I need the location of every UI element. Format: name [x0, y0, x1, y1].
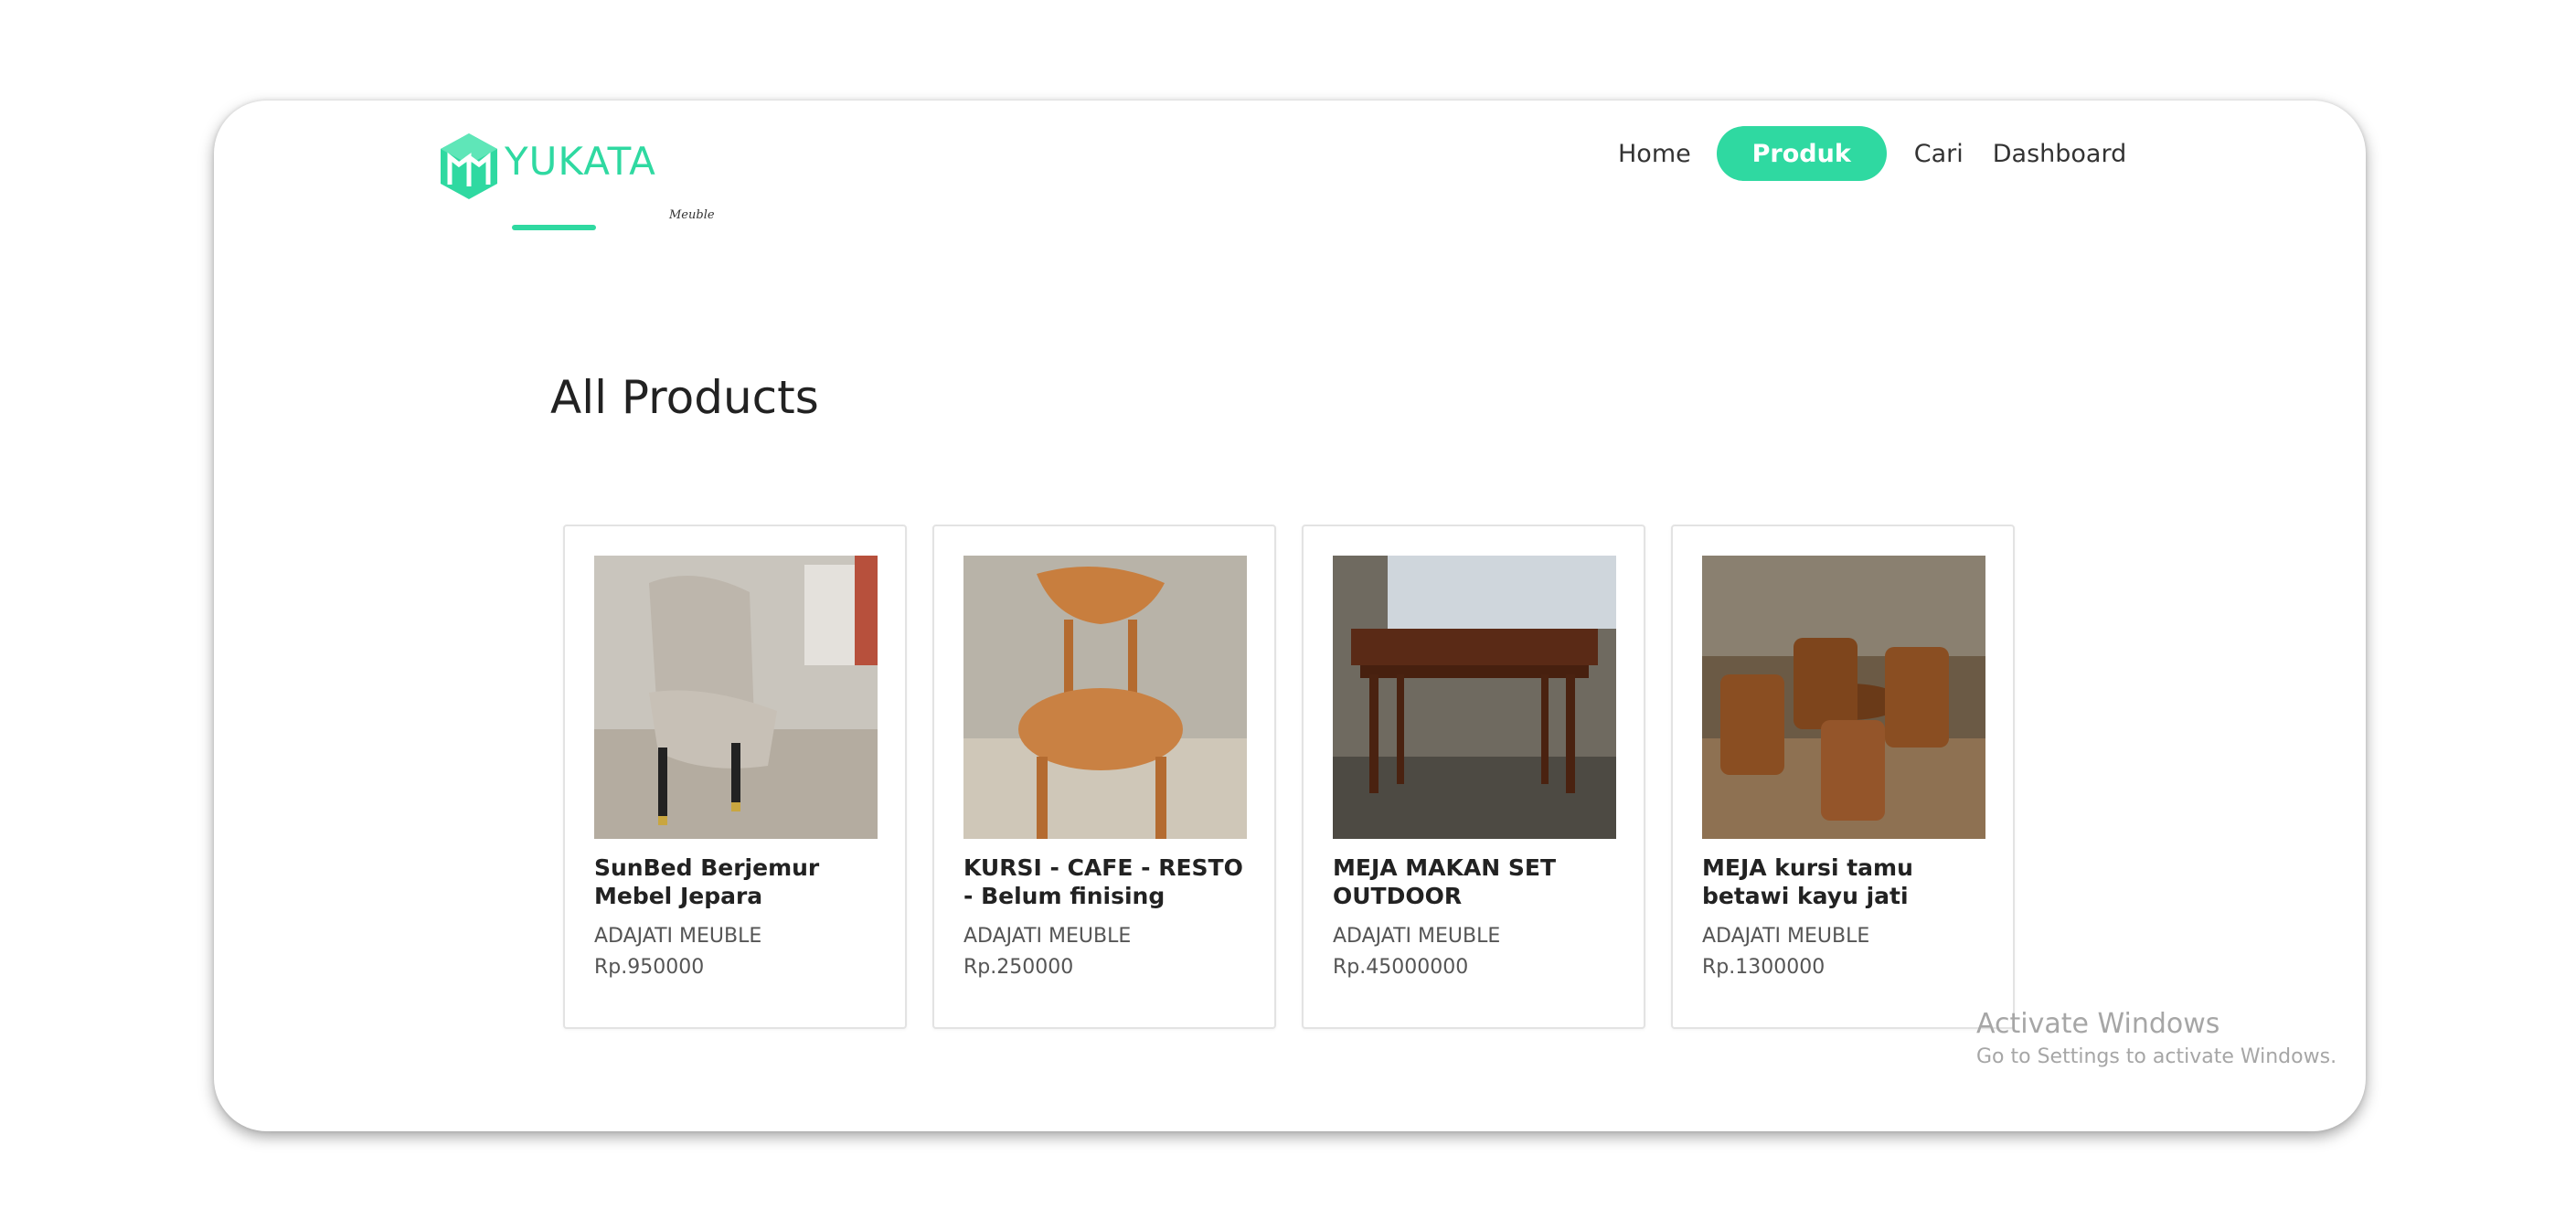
windows-activation-watermark: Activate Windows Go to Settings to activ… [1976, 1005, 2336, 1071]
product-name[interactable]: MEJA kursi tamu betawi kayu jati mebel j… [1702, 854, 1984, 910]
page-frame: YUKATA Meuble Home Produk Cari Dashboard… [214, 101, 2366, 1131]
product-price: Rp.45000000 [1333, 956, 1469, 979]
product-card[interactable]: MEJA kursi tamu betawi kayu jati mebel j… [1671, 525, 2015, 1029]
product-price: Rp.950000 [594, 956, 705, 979]
nav-produk[interactable]: Produk [1716, 126, 1887, 181]
product-seller: ADAJATI MEUBLE [963, 925, 1132, 948]
product-image-meja [1333, 556, 1616, 839]
product-card[interactable]: SunBed Berjemur Mebel Jepara ADAJATI MEU… [563, 525, 907, 1029]
product-image-kursi [963, 556, 1247, 839]
nav-cari[interactable]: Cari [1914, 140, 1964, 168]
cube-logo-icon [441, 133, 497, 199]
product-seller: ADAJATI MEUBLE [1702, 925, 1870, 948]
product-price: Rp.1300000 [1702, 956, 1826, 979]
product-price: Rp.250000 [963, 956, 1074, 979]
product-seller: ADAJATI MEUBLE [1333, 925, 1501, 948]
nav-dashboard[interactable]: Dashboard [1993, 140, 2126, 168]
product-seller: ADAJATI MEUBLE [594, 925, 762, 948]
product-name[interactable]: SunBed Berjemur Mebel Jepara [594, 854, 876, 910]
watermark-title: Activate Windows [1976, 1008, 2220, 1040]
product-card[interactable]: KURSI - CAFE - RESTO - Belum finising AD… [932, 525, 1276, 1029]
watermark-subtitle: Go to Settings to activate Windows. [1976, 1045, 2337, 1068]
product-image-sunbed [594, 556, 878, 839]
product-name[interactable]: KURSI - CAFE - RESTO - Belum finising [963, 854, 1245, 910]
main-nav: Home Produk Cari Dashboard [1618, 126, 2126, 181]
page-title: All Products [550, 371, 819, 424]
brand-underline [512, 225, 596, 230]
product-card[interactable]: MEJA MAKAN SET OUTDOOR ADAJATI MEUBLE Rp… [1302, 525, 1645, 1029]
product-grid: SunBed Berjemur Mebel Jepara ADAJATI MEU… [563, 525, 2015, 1029]
brand-logo[interactable]: YUKATA Meuble [439, 132, 715, 232]
brand-tagline: Meuble [669, 208, 715, 222]
product-image-kursi-tamu [1702, 556, 1985, 839]
brand-name: YUKATA [505, 139, 656, 184]
product-name[interactable]: MEJA MAKAN SET OUTDOOR [1333, 854, 1614, 910]
nav-home[interactable]: Home [1618, 140, 1691, 168]
